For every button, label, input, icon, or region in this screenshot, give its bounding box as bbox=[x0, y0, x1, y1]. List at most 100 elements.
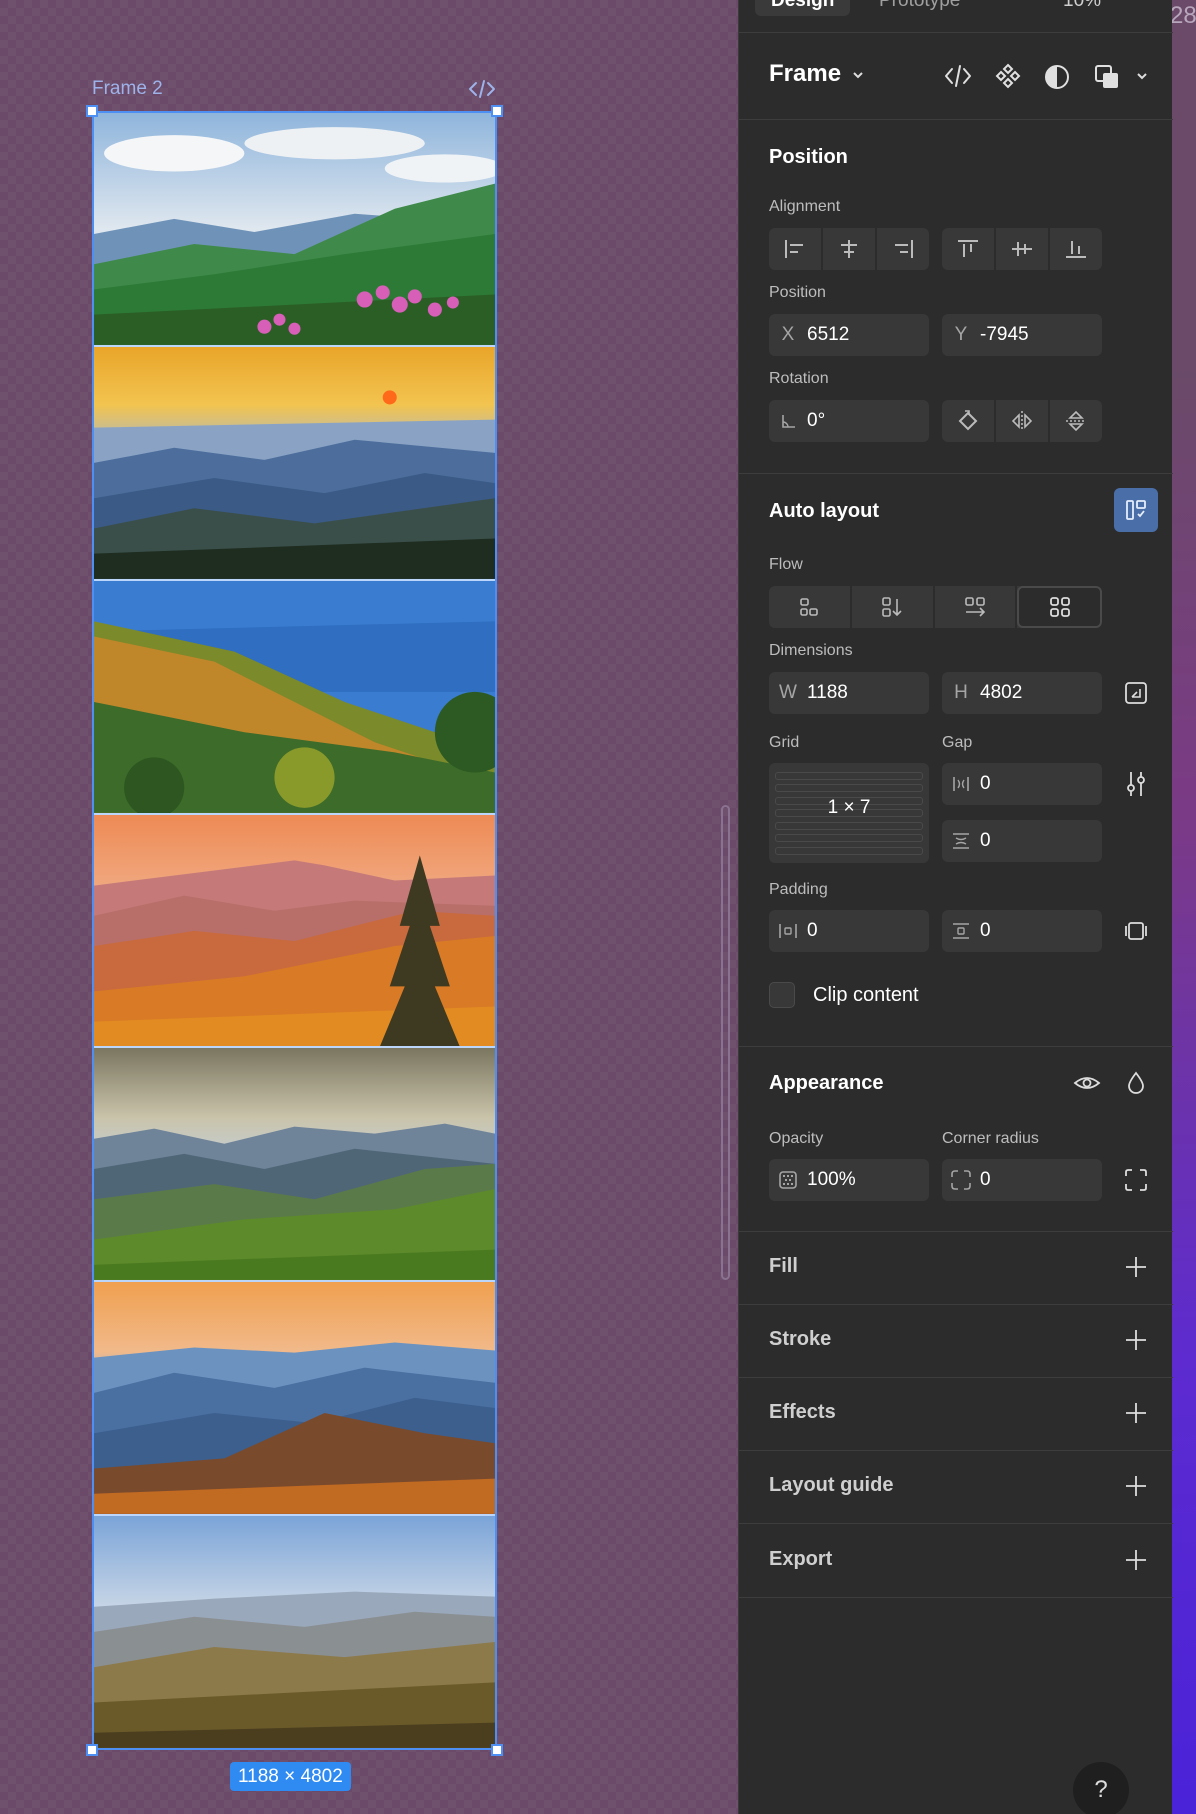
blend-mode-drop-icon[interactable] bbox=[1124, 1070, 1148, 1096]
horizontal-alignment-group bbox=[769, 228, 929, 270]
design-canvas[interactable]: Frame 2 1188 × 4802 bbox=[0, 0, 738, 1814]
align-left-icon[interactable] bbox=[769, 228, 823, 270]
x-value[interactable]: 6512 bbox=[807, 324, 929, 346]
frame-type-dropdown[interactable]: Frame bbox=[769, 60, 841, 88]
cloudy-green-ridges-photo bbox=[94, 1048, 495, 1283]
resize-handle-top-left[interactable] bbox=[86, 105, 98, 117]
auto-layout-section-title: Auto layout bbox=[769, 500, 879, 522]
angle-icon bbox=[769, 413, 807, 429]
orange-autumn-pine-photo bbox=[94, 814, 495, 1049]
opacity-field[interactable]: 100% bbox=[769, 1159, 929, 1201]
zoom-level[interactable]: 10% bbox=[1063, 0, 1101, 16]
code-icon[interactable] bbox=[468, 78, 496, 100]
effects-section-title[interactable]: Effects bbox=[769, 1401, 836, 1424]
flow-freeform-icon[interactable] bbox=[769, 586, 852, 628]
grid-label: Grid bbox=[769, 734, 800, 751]
clip-content-checkbox[interactable] bbox=[769, 982, 795, 1008]
add-export-plus-icon[interactable] bbox=[1123, 1547, 1149, 1573]
independent-corners-icon[interactable] bbox=[1123, 1167, 1149, 1193]
x-prefix: X bbox=[781, 324, 795, 345]
grid-settings-icon[interactable] bbox=[1123, 770, 1149, 798]
horizontal-padding-field[interactable]: 0 bbox=[769, 910, 929, 952]
align-top-icon[interactable] bbox=[942, 228, 996, 270]
eye-icon[interactable] bbox=[1073, 1071, 1101, 1095]
chevron-down-icon[interactable] bbox=[1135, 69, 1149, 83]
opacity-value[interactable]: 100% bbox=[807, 1169, 929, 1191]
height-field[interactable]: H 4802 bbox=[942, 672, 1102, 714]
horizontal-gap-field[interactable]: 0 bbox=[942, 763, 1102, 805]
x-position-field[interactable]: X 6512 bbox=[769, 314, 929, 356]
code-icon[interactable] bbox=[944, 63, 972, 89]
tab-design[interactable]: Design bbox=[755, 0, 851, 16]
align-right-icon[interactable] bbox=[877, 228, 929, 270]
resize-handle-bottom-right[interactable] bbox=[491, 1744, 503, 1756]
rotate-90-icon[interactable] bbox=[942, 400, 996, 442]
background-window-text: 28 bbox=[1170, 2, 1196, 29]
flow-label: Flow bbox=[769, 556, 803, 573]
corner-radius-field[interactable]: 0 bbox=[942, 1159, 1102, 1201]
resize-handle-bottom-left[interactable] bbox=[86, 1744, 98, 1756]
vertical-gap-value[interactable]: 0 bbox=[980, 830, 1102, 852]
stroke-section-title[interactable]: Stroke bbox=[769, 1328, 831, 1351]
add-layout-guide-plus-icon[interactable] bbox=[1123, 1473, 1149, 1499]
canvas-scrollbar[interactable] bbox=[721, 805, 730, 1280]
tab-prototype[interactable]: Prototype bbox=[863, 0, 976, 16]
flip-horizontal-icon[interactable] bbox=[996, 400, 1050, 442]
width-value[interactable]: 1188 bbox=[807, 682, 929, 704]
flip-vertical-icon[interactable] bbox=[1050, 400, 1102, 442]
rotation-value[interactable]: 0° bbox=[807, 410, 929, 432]
dimensions-label: Dimensions bbox=[769, 642, 853, 659]
clip-content-label: Clip content bbox=[813, 984, 919, 1006]
rotation-field[interactable]: 0° bbox=[769, 400, 929, 442]
flow-horizontal-icon[interactable] bbox=[935, 586, 1018, 628]
add-fill-plus-icon[interactable] bbox=[1123, 1254, 1149, 1280]
vertical-padding-field[interactable]: 0 bbox=[942, 910, 1102, 952]
frame-2[interactable] bbox=[92, 111, 497, 1750]
export-section-title[interactable]: Export bbox=[769, 1548, 832, 1571]
resize-to-fit-icon[interactable] bbox=[1123, 680, 1149, 706]
align-vertical-center-icon[interactable] bbox=[996, 228, 1050, 270]
flow-grid-icon[interactable] bbox=[1017, 586, 1102, 628]
vertical-gap-field[interactable]: 0 bbox=[942, 820, 1102, 862]
alignment-label: Alignment bbox=[769, 198, 841, 215]
corner-radius-value[interactable]: 0 bbox=[980, 1169, 1102, 1191]
add-effect-plus-icon[interactable] bbox=[1123, 1400, 1149, 1426]
help-button[interactable]: ? bbox=[1073, 1762, 1129, 1814]
position-section-title: Position bbox=[769, 146, 848, 168]
chevron-down-icon[interactable] bbox=[851, 68, 865, 82]
mountain-rhododendron-photo bbox=[94, 113, 495, 347]
y-position-field[interactable]: Y -7945 bbox=[942, 314, 1102, 356]
resize-handle-top-right[interactable] bbox=[491, 105, 503, 117]
frame-name-label[interactable]: Frame 2 bbox=[92, 78, 163, 100]
fill-section-title[interactable]: Fill bbox=[769, 1255, 798, 1278]
opacity-label: Opacity bbox=[769, 1130, 824, 1147]
align-bottom-icon[interactable] bbox=[1050, 228, 1102, 270]
y-value[interactable]: -7945 bbox=[980, 324, 1102, 346]
position-label: Position bbox=[769, 284, 826, 301]
grid-size-value: 1 × 7 bbox=[827, 797, 871, 818]
horizontal-gap-icon bbox=[942, 775, 980, 793]
auto-layout-icon bbox=[1126, 500, 1146, 520]
individual-padding-icon[interactable] bbox=[1123, 918, 1149, 944]
boolean-shapes-icon[interactable] bbox=[1093, 63, 1121, 91]
vertical-gap-icon bbox=[942, 832, 980, 850]
vertical-padding-value[interactable]: 0 bbox=[980, 920, 1102, 942]
horizontal-gap-value[interactable]: 0 bbox=[980, 773, 1102, 795]
flow-group bbox=[769, 586, 1102, 628]
component-icon[interactable] bbox=[995, 63, 1021, 89]
contrast-icon[interactable] bbox=[1043, 63, 1071, 91]
add-stroke-plus-icon[interactable] bbox=[1123, 1327, 1149, 1353]
auto-layout-suggestions-button[interactable] bbox=[1114, 488, 1158, 532]
sunset-ridges-photo bbox=[94, 346, 495, 581]
transform-group bbox=[942, 400, 1102, 442]
padding-label: Padding bbox=[769, 881, 828, 898]
height-value[interactable]: 4802 bbox=[980, 682, 1102, 704]
align-horizontal-center-icon[interactable] bbox=[823, 228, 877, 270]
hazy-fall-forest-photo bbox=[94, 1516, 495, 1749]
horizontal-padding-value[interactable]: 0 bbox=[807, 920, 929, 942]
rotation-label: Rotation bbox=[769, 370, 829, 387]
width-field[interactable]: W 1188 bbox=[769, 672, 929, 714]
layout-guide-section-title[interactable]: Layout guide bbox=[769, 1474, 893, 1497]
design-panel: Design Prototype 10% Frame Position Alig… bbox=[738, 0, 1173, 1814]
flow-vertical-icon[interactable] bbox=[852, 586, 935, 628]
